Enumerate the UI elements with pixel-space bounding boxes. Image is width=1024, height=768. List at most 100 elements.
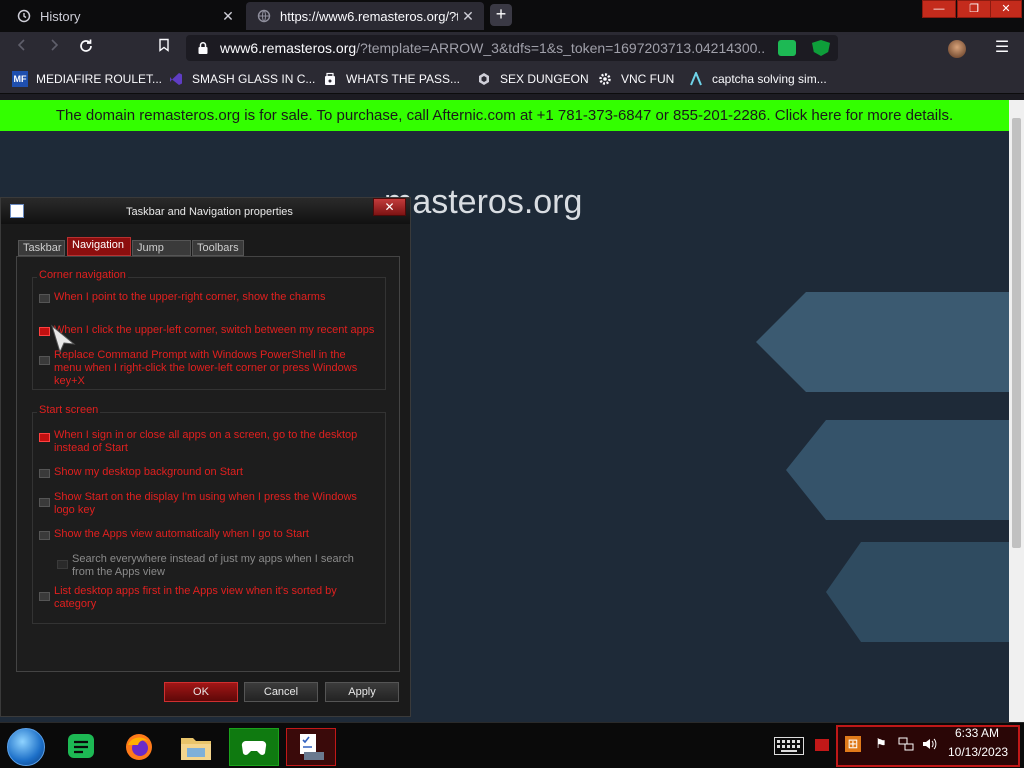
back-icon[interactable] bbox=[12, 38, 32, 58]
option-label: When I click the upper-left corner, swit… bbox=[54, 324, 375, 336]
network-icon[interactable] bbox=[898, 736, 914, 752]
tab-toolbars[interactable]: Toolbars bbox=[192, 240, 244, 256]
checkbox[interactable] bbox=[39, 469, 50, 478]
checkbox[interactable] bbox=[39, 592, 50, 601]
checkbox[interactable] bbox=[39, 356, 50, 365]
option-apps-view[interactable]: Show the Apps view automatically when I … bbox=[39, 528, 369, 541]
option-label: Show my desktop background on Start bbox=[54, 466, 243, 478]
close-tab-icon[interactable]: ✕ bbox=[460, 8, 476, 24]
option-label: List desktop apps first in the Apps view… bbox=[54, 585, 337, 610]
lock-icon bbox=[196, 41, 210, 55]
ok-button[interactable]: OK bbox=[164, 682, 238, 702]
checkbox[interactable] bbox=[39, 498, 50, 507]
keyboard-icon[interactable] bbox=[774, 737, 804, 755]
bookmark-label: VNC FUN bbox=[621, 72, 675, 86]
bookmark-item[interactable]: SEX DUNGEON bbox=[476, 70, 589, 88]
page-scrollbar[interactable] bbox=[1009, 100, 1024, 722]
minimize-button[interactable]: — bbox=[922, 0, 956, 18]
menu-icon[interactable]: ☰ bbox=[992, 38, 1012, 58]
game-icon bbox=[476, 71, 492, 87]
option-label: Replace Command Prompt with Windows Powe… bbox=[54, 349, 358, 387]
checkbox-checked[interactable] bbox=[39, 327, 50, 336]
bookmark-label: WHATS THE PASS... bbox=[346, 72, 461, 86]
checkbox[interactable] bbox=[39, 294, 50, 303]
bookmark-label: MEDIAFIRE ROULET... bbox=[36, 72, 163, 86]
tab-strip: History ✕ https://www6.remasteros.org/?t… bbox=[0, 0, 1024, 32]
bookmark-item[interactable]: captcha solving sim... bbox=[688, 70, 827, 88]
option-recent-apps[interactable]: When I click the upper-left corner, swit… bbox=[39, 324, 379, 337]
option-search-everywhere: Search everywhere instead of just my app… bbox=[57, 553, 367, 579]
url-bar[interactable]: www6.remasteros.org/?template=ARROW_3&td… bbox=[186, 35, 838, 61]
bookmarks-bar: MF MEDIAFIRE ROULET... SMASH GLASS IN C.… bbox=[0, 64, 1024, 94]
corner-navigation-label: Corner navigation bbox=[37, 269, 128, 281]
dialog-close-button[interactable]: ✕ bbox=[373, 198, 406, 216]
domain-sale-banner[interactable]: The domain remasteros.org is for sale. T… bbox=[0, 100, 1009, 131]
apply-button[interactable]: Apply bbox=[325, 682, 399, 702]
notification-app-icon[interactable]: ⊞ bbox=[845, 736, 861, 752]
desktop-toggle-icon[interactable] bbox=[815, 739, 829, 751]
option-charms[interactable]: When I point to the upper-right corner, … bbox=[39, 291, 379, 304]
option-powershell[interactable]: Replace Command Prompt with Windows Powe… bbox=[39, 349, 369, 388]
dialog-title: Taskbar and Navigation properties bbox=[126, 206, 293, 218]
tab-taskbar[interactable]: Taskbar bbox=[18, 240, 65, 256]
start-orb[interactable] bbox=[7, 728, 45, 766]
checkbox-checked[interactable] bbox=[39, 433, 50, 442]
bag-icon bbox=[322, 71, 338, 87]
option-label: When I sign in or close all apps on a sc… bbox=[54, 429, 358, 454]
flag-icon[interactable]: ⚑ bbox=[873, 736, 889, 752]
firefox-icon[interactable] bbox=[114, 728, 164, 766]
option-label: Search everywhere instead of just my app… bbox=[72, 553, 354, 578]
option-start-display[interactable]: Show Start on the display I'm using when… bbox=[39, 491, 379, 517]
avatar[interactable] bbox=[948, 40, 966, 58]
option-label: When I point to the upper-right corner, … bbox=[54, 291, 326, 303]
bookmark-icon[interactable] bbox=[154, 38, 174, 58]
volume-icon[interactable] bbox=[921, 736, 937, 752]
tab-remasteros[interactable]: https://www6.remasteros.org/?template= ✕ bbox=[246, 2, 484, 30]
close-window-button[interactable]: ✕ bbox=[990, 0, 1022, 18]
tab-history-label: History bbox=[40, 8, 81, 24]
shield-extension-icon[interactable] bbox=[812, 40, 830, 56]
new-tab-button[interactable]: + bbox=[490, 4, 512, 26]
cancel-button[interactable]: Cancel bbox=[244, 682, 318, 702]
clock-time[interactable]: 6:33 AM bbox=[955, 726, 999, 740]
decorative-arrow-2 bbox=[786, 420, 1009, 520]
tab-jump-lists[interactable]: Jump Lists bbox=[132, 240, 191, 268]
tab-history[interactable]: History ✕ bbox=[6, 2, 244, 30]
scrollbar-thumb[interactable] bbox=[1012, 118, 1021, 548]
extension-icon[interactable] bbox=[778, 40, 796, 56]
bookmark-label: SMASH GLASS IN C... bbox=[192, 72, 316, 86]
checkbox-disabled bbox=[57, 560, 68, 569]
option-go-to-desktop[interactable]: When I sign in or close all apps on a sc… bbox=[39, 429, 359, 455]
forward-icon[interactable] bbox=[44, 38, 64, 58]
arc-icon bbox=[688, 71, 704, 87]
file-explorer-icon[interactable] bbox=[171, 728, 221, 766]
bookmark-item[interactable]: SMASH GLASS IN C... bbox=[168, 70, 315, 88]
checkbox[interactable] bbox=[39, 531, 50, 540]
bookmark-label: SEX DUNGEON bbox=[500, 72, 589, 86]
bookmark-item[interactable]: MF MEDIAFIRE ROULET... bbox=[12, 70, 162, 88]
bookmark-item[interactable]: WHATS THE PASS... bbox=[322, 70, 460, 88]
url-path: /?template=ARROW_3&tdfs=1&s_token=169720… bbox=[356, 40, 765, 56]
taskbar-properties-icon[interactable] bbox=[286, 728, 336, 766]
taskbar-navigation-dialog: Taskbar and Navigation properties ✕ Task… bbox=[0, 197, 411, 717]
checklist-icon bbox=[10, 204, 24, 218]
option-desktop-apps-first[interactable]: List desktop apps first in the Apps view… bbox=[39, 585, 369, 611]
tab-navigation[interactable]: Navigation bbox=[67, 237, 131, 256]
close-tab-icon[interactable]: ✕ bbox=[220, 8, 236, 24]
bookmark-label: captcha solving sim... bbox=[712, 72, 827, 86]
option-label: Show Start on the display I'm using when… bbox=[54, 491, 357, 516]
site-title: masteros.org bbox=[384, 183, 583, 221]
clock-date[interactable]: 10/13/2023 bbox=[948, 745, 1008, 759]
bookmark-item[interactable]: VNC FUN bbox=[597, 70, 674, 88]
xbox-icon[interactable] bbox=[229, 728, 279, 766]
dialog-titlebar[interactable]: Taskbar and Navigation properties bbox=[1, 198, 410, 224]
globe-icon bbox=[256, 8, 272, 24]
option-desktop-background[interactable]: Show my desktop background on Start bbox=[39, 466, 369, 479]
reload-icon[interactable] bbox=[76, 38, 96, 58]
tab-remasteros-label: https://www6.remasteros.org/?template= bbox=[280, 8, 458, 24]
taskbar bbox=[0, 722, 1024, 768]
mouse-cursor-icon bbox=[51, 324, 76, 354]
chat-app-icon[interactable] bbox=[56, 728, 106, 766]
maximize-button[interactable]: ❐ bbox=[957, 0, 991, 18]
option-label: Show the Apps view automatically when I … bbox=[54, 528, 309, 540]
